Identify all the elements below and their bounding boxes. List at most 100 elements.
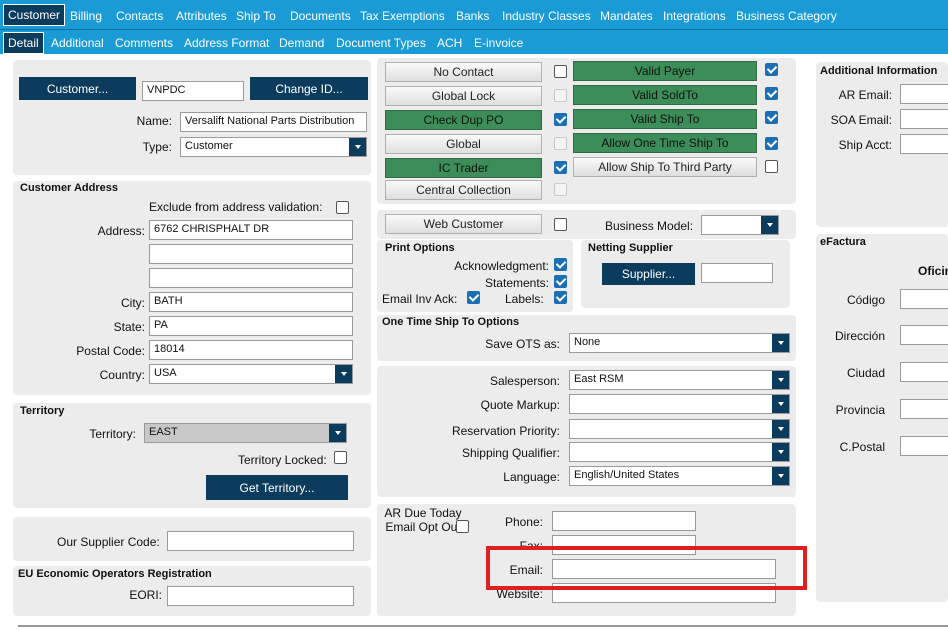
language-label: Language: (503, 470, 560, 484)
tab-address-format[interactable]: Address Format (184, 36, 269, 50)
tab-demand[interactable]: Demand (279, 36, 324, 50)
tab-mandates[interactable]: Mandates (600, 9, 653, 23)
address-line2-field[interactable] (149, 244, 353, 264)
no-contact-toggle[interactable]: No Contact (385, 62, 542, 82)
valid-payer-checkbox[interactable] (765, 63, 778, 76)
additional-info-title: Additional Information (820, 65, 938, 77)
supplier-button[interactable]: Supplier... (602, 263, 695, 285)
country-value: USA (154, 367, 177, 379)
tab-e-invoice[interactable]: E-invoice (474, 36, 523, 50)
provincia-field[interactable] (900, 399, 948, 419)
ots-title: One Time Ship To Options (382, 316, 520, 328)
tab-business-category[interactable]: Business Category (736, 9, 837, 23)
get-territory-button[interactable]: Get Territory... (206, 475, 348, 500)
tab-integrations[interactable]: Integrations (663, 9, 726, 23)
country-select[interactable]: USA (149, 364, 353, 384)
territory-select[interactable]: EAST (144, 423, 347, 443)
codigo-field[interactable] (900, 289, 948, 309)
tab-attributes[interactable]: Attributes (176, 9, 227, 23)
chevron-down-icon (772, 443, 789, 461)
web-customer-checkbox[interactable] (554, 218, 567, 231)
check-dup-po-toggle[interactable]: Check Dup PO (385, 110, 542, 130)
tab-detail[interactable]: Detail (3, 32, 44, 54)
chevron-down-icon (772, 395, 789, 413)
language-select[interactable]: English/United States (569, 466, 790, 486)
eori-field[interactable] (167, 586, 354, 606)
valid-shipto-toggle[interactable]: Valid Ship To (573, 109, 757, 129)
address-line1-field[interactable]: 6762 CHRISPHALT DR (149, 220, 353, 240)
labels-checkbox[interactable] (554, 291, 567, 304)
phone-field[interactable] (552, 511, 696, 531)
customer-button[interactable]: Customer... (19, 77, 136, 100)
allow-one-time-ship-to-checkbox[interactable] (765, 137, 778, 150)
ship-acct-field[interactable] (900, 134, 948, 154)
statements-checkbox[interactable] (554, 275, 567, 288)
shipping-qualifier-label: Shipping Qualifier: (461, 446, 560, 460)
codigo-label: Código (846, 293, 885, 307)
ic-trader-toggle[interactable]: IC Trader (385, 158, 542, 178)
allow-third-party-checkbox[interactable] (765, 160, 778, 173)
tab-documents[interactable]: Documents (290, 9, 351, 23)
email-highlight-box (486, 546, 807, 590)
valid-soldto-checkbox[interactable] (765, 87, 778, 100)
soa-email-field[interactable] (900, 109, 948, 129)
ic-trader-checkbox[interactable] (554, 161, 567, 174)
save-ots-select[interactable]: None (569, 333, 790, 353)
valid-payer-toggle[interactable]: Valid Payer (573, 61, 757, 81)
global-checkbox[interactable] (554, 137, 567, 150)
tab-contacts[interactable]: Contacts (116, 9, 163, 23)
state-field[interactable]: PA (149, 316, 353, 336)
chevron-down-icon (761, 216, 778, 234)
address-line3-field[interactable] (149, 268, 353, 288)
tab-ach[interactable]: ACH (437, 36, 462, 50)
email-inv-ack-checkbox[interactable] (467, 291, 480, 304)
tab-customer[interactable]: Customer (3, 4, 66, 26)
tab-document-types[interactable]: Document Types (336, 36, 426, 50)
tab-additional[interactable]: Additional (51, 36, 104, 50)
salesperson-select[interactable]: East RSM (569, 370, 790, 390)
labels-label: Labels: (505, 292, 544, 306)
tab-banks[interactable]: Banks (456, 9, 489, 23)
tab-tax-exemptions[interactable]: Tax Exemptions (360, 9, 445, 23)
territory-title: Territory (20, 405, 65, 417)
allow-one-time-ship-to-toggle[interactable]: Allow One Time Ship To (573, 133, 757, 153)
cpostal-field[interactable] (900, 436, 948, 456)
no-contact-checkbox[interactable] (554, 65, 567, 78)
web-customer-toggle[interactable]: Web Customer (385, 214, 542, 234)
valid-soldto-toggle[interactable]: Valid SoldTo (573, 85, 757, 105)
territory-locked-label: Territory Locked: (238, 453, 327, 467)
exclude-validation-checkbox[interactable] (336, 201, 349, 214)
reservation-priority-select[interactable] (569, 419, 790, 439)
quote-markup-select[interactable] (569, 394, 790, 414)
supplier-field[interactable] (701, 263, 773, 283)
chevron-down-icon (349, 138, 366, 156)
type-select[interactable]: Customer (180, 137, 367, 157)
city-field[interactable]: BATH (149, 292, 353, 312)
ciudad-label: Ciudad (846, 366, 885, 380)
valid-shipto-checkbox[interactable] (765, 111, 778, 124)
name-field[interactable]: Versalift National Parts Distribution (180, 112, 367, 132)
territory-locked-checkbox[interactable] (334, 451, 347, 464)
ciudad-field[interactable] (900, 362, 948, 382)
tab-ship-to[interactable]: Ship To (236, 9, 276, 23)
global-toggle[interactable]: Global (385, 134, 542, 154)
central-collection-toggle[interactable]: Central Collection (385, 180, 542, 200)
business-model-select[interactable] (701, 215, 779, 235)
global-lock-toggle[interactable]: Global Lock (385, 86, 542, 106)
customer-id-field[interactable]: VNPDC (142, 81, 244, 101)
direccion-field[interactable] (900, 325, 948, 345)
ar-email-field[interactable] (900, 84, 948, 104)
allow-third-party-toggle[interactable]: Allow Ship To Third Party (573, 157, 757, 177)
acknowledgment-checkbox[interactable] (554, 258, 567, 271)
global-lock-checkbox[interactable] (554, 89, 567, 102)
tab-comments[interactable]: Comments (115, 36, 173, 50)
central-collection-checkbox[interactable] (554, 183, 567, 196)
check-dup-po-checkbox[interactable] (554, 113, 567, 126)
supplier-code-field[interactable] (167, 531, 354, 551)
tab-industry-classes[interactable]: Industry Classes (502, 9, 591, 23)
tab-billing[interactable]: Billing (70, 9, 102, 23)
change-id-button[interactable]: Change ID... (250, 77, 368, 100)
ar-due-opt-out-checkbox[interactable] (456, 520, 469, 533)
postal-code-field[interactable]: 18014 (149, 340, 353, 360)
shipping-qualifier-select[interactable] (569, 442, 790, 462)
